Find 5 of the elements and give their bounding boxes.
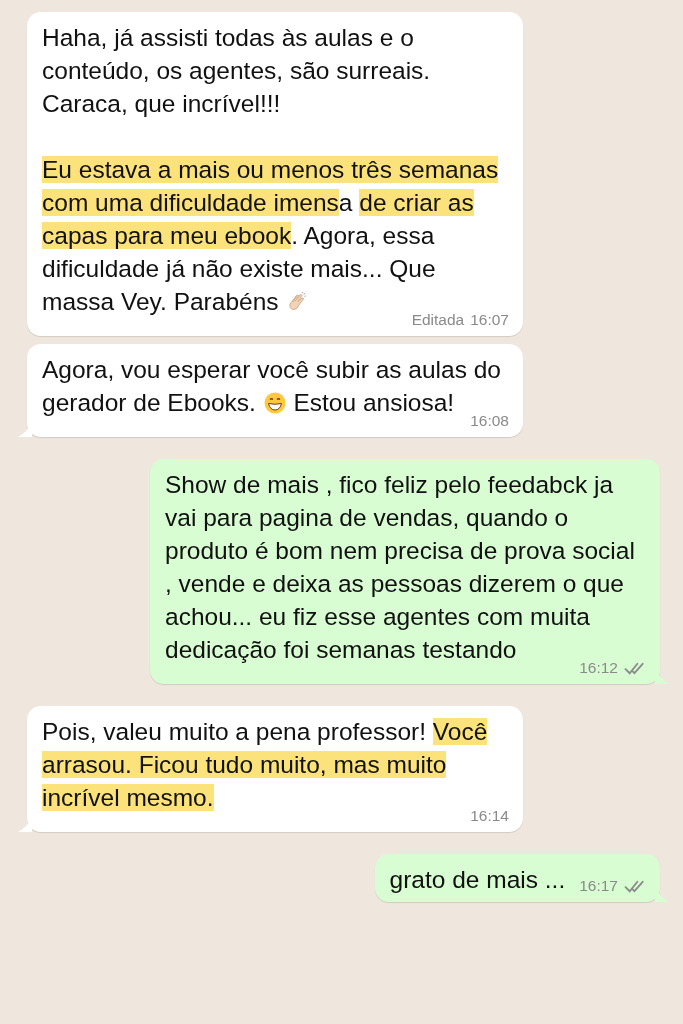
message-time: 16:17 xyxy=(579,876,618,896)
message-text: Pois, valeu muito a pena professor! Você arrasou. Ficou tudo muito, mas muito incrível mesmo. xyxy=(42,717,489,811)
grinning-face-icon xyxy=(262,391,287,415)
message-text: grato de mais ... xyxy=(389,865,566,895)
message-text: Haha, já assisti todas às aulas e o conteúdo, os agentes, são surreais. Caraca, que incrível!!! xyxy=(42,23,432,119)
